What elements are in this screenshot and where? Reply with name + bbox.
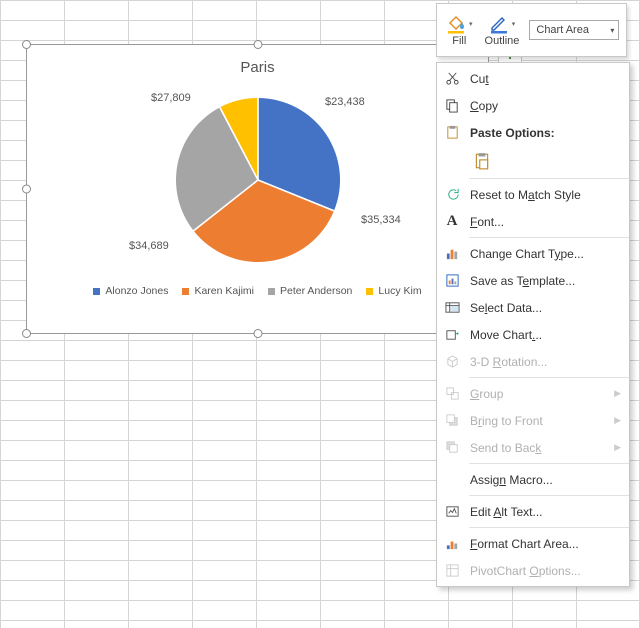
menu-reset-style[interactable]: Reset to Match Style: [437, 181, 629, 208]
clipboard-icon: [443, 124, 461, 142]
paste-options-row: [437, 146, 629, 176]
send-back-icon: [443, 439, 461, 457]
bring-front-icon: [443, 412, 461, 430]
resize-handle-s[interactable]: [253, 329, 262, 338]
menu-3d-rotation: 3-D Rotation...: [437, 348, 629, 375]
menu-group: Group ▶: [437, 380, 629, 407]
move-chart-icon: [443, 326, 461, 344]
data-label[interactable]: $23,438: [325, 96, 365, 108]
font-icon: A: [443, 213, 461, 231]
legend-swatch: [268, 288, 275, 295]
submenu-arrow-icon: ▶: [614, 415, 621, 426]
blank-icon: [443, 471, 461, 489]
pen-icon: ▾: [489, 13, 516, 35]
legend-entry[interactable]: Peter Anderson: [268, 285, 352, 297]
save-template-icon: [443, 272, 461, 290]
clipboard-paste-icon: [473, 152, 491, 170]
mini-toolbar: ▾ Fill ▾ Outline Chart Area ▾: [436, 3, 627, 57]
menu-font[interactable]: A Font...: [437, 208, 629, 235]
embedded-pie-chart[interactable]: Paris $23,438 $35,334 $34,689 $27,809 Al…: [26, 44, 489, 334]
menu-format-chart-area[interactable]: Format Chart Area...: [437, 530, 629, 557]
menu-label: Reset to Match Style: [470, 188, 621, 202]
menu-label: Bring to Front: [470, 414, 605, 428]
menu-label: Paste Options:: [470, 126, 621, 140]
menu-send-to-back: Send to Back ▶: [437, 434, 629, 461]
menu-separator: [469, 495, 629, 496]
menu-label: Group: [470, 387, 605, 401]
reset-icon: [443, 186, 461, 204]
menu-label: Font...: [470, 215, 621, 229]
menu-separator: [469, 527, 629, 528]
menu-bring-to-front: Bring to Front ▶: [437, 407, 629, 434]
plot-area[interactable]: $23,438 $35,334 $34,689 $27,809: [27, 82, 488, 277]
data-label[interactable]: $27,809: [151, 92, 191, 104]
data-label[interactable]: $34,689: [129, 240, 169, 252]
menu-paste-options-header: Paste Options:: [437, 119, 629, 146]
chart-type-icon: [443, 245, 461, 263]
outline-label: Outline: [485, 35, 520, 47]
legend-entry[interactable]: Lucy Kim: [366, 285, 421, 297]
menu-label: Edit Alt Text...: [470, 505, 621, 519]
menu-label: PivotChart Options...: [470, 564, 621, 578]
menu-label: Cut: [470, 72, 621, 86]
paint-bucket-icon: ▾: [446, 13, 473, 35]
format-chart-icon: [443, 535, 461, 553]
menu-label: Select Data...: [470, 301, 621, 315]
fill-button[interactable]: ▾ Fill: [440, 12, 479, 48]
menu-separator: [469, 178, 629, 179]
chart-element-selector[interactable]: Chart Area ▾: [529, 20, 619, 40]
pie-graphic[interactable]: [176, 98, 340, 262]
submenu-arrow-icon: ▶: [614, 388, 621, 399]
menu-assign-macro[interactable]: Assign Macro...: [437, 466, 629, 493]
legend-label: Lucy Kim: [378, 285, 421, 297]
group-icon: [443, 385, 461, 403]
chart-legend[interactable]: Alonzo Jones Karen Kajimi Peter Anderson…: [27, 277, 488, 309]
copy-icon: [443, 97, 461, 115]
chart-title[interactable]: Paris: [27, 45, 488, 82]
menu-label: Send to Back: [470, 441, 605, 455]
legend-swatch: [366, 288, 373, 295]
select-data-icon: [443, 299, 461, 317]
menu-separator: [469, 377, 629, 378]
resize-handle-n[interactable]: [253, 40, 262, 49]
legend-entry[interactable]: Alonzo Jones: [93, 285, 168, 297]
menu-label: Move Chart...: [470, 328, 621, 342]
alt-text-icon: [443, 503, 461, 521]
menu-copy[interactable]: Copy: [437, 92, 629, 119]
scissors-icon: [443, 70, 461, 88]
selector-value: Chart Area: [536, 24, 589, 36]
chart-context-menu: Cut Copy Paste Options: Reset to Match S…: [436, 62, 630, 587]
menu-edit-alt-text[interactable]: Edit Alt Text...: [437, 498, 629, 525]
menu-save-template[interactable]: Save as Template...: [437, 267, 629, 294]
pivot-icon: [443, 562, 461, 580]
menu-label: 3-D Rotation...: [470, 355, 621, 369]
chevron-down-icon: ▾: [610, 26, 614, 35]
menu-label: Assign Macro...: [470, 473, 621, 487]
outline-button[interactable]: ▾ Outline: [479, 12, 526, 48]
menu-separator: [469, 237, 629, 238]
legend-label: Peter Anderson: [280, 285, 352, 297]
menu-label: Change Chart Type...: [470, 247, 621, 261]
legend-entry[interactable]: Karen Kajimi: [182, 285, 254, 297]
legend-swatch: [93, 288, 100, 295]
menu-cut[interactable]: Cut: [437, 65, 629, 92]
legend-label: Alonzo Jones: [105, 285, 168, 297]
resize-handle-sw[interactable]: [22, 329, 31, 338]
menu-move-chart[interactable]: Move Chart...: [437, 321, 629, 348]
menu-select-data[interactable]: Select Data...: [437, 294, 629, 321]
menu-label: Copy: [470, 99, 621, 113]
paste-option-button[interactable]: [470, 149, 494, 173]
legend-swatch: [182, 288, 189, 295]
submenu-arrow-icon: ▶: [614, 442, 621, 453]
menu-pivotchart-options: PivotChart Options...: [437, 557, 629, 584]
data-label[interactable]: $35,334: [361, 214, 401, 226]
menu-separator: [469, 463, 629, 464]
menu-label: Save as Template...: [470, 274, 621, 288]
menu-change-chart-type[interactable]: Change Chart Type...: [437, 240, 629, 267]
legend-label: Karen Kajimi: [194, 285, 254, 297]
cube-icon: [443, 353, 461, 371]
fill-label: Fill: [452, 35, 466, 47]
resize-handle-nw[interactable]: [22, 40, 31, 49]
menu-label: Format Chart Area...: [470, 537, 621, 551]
